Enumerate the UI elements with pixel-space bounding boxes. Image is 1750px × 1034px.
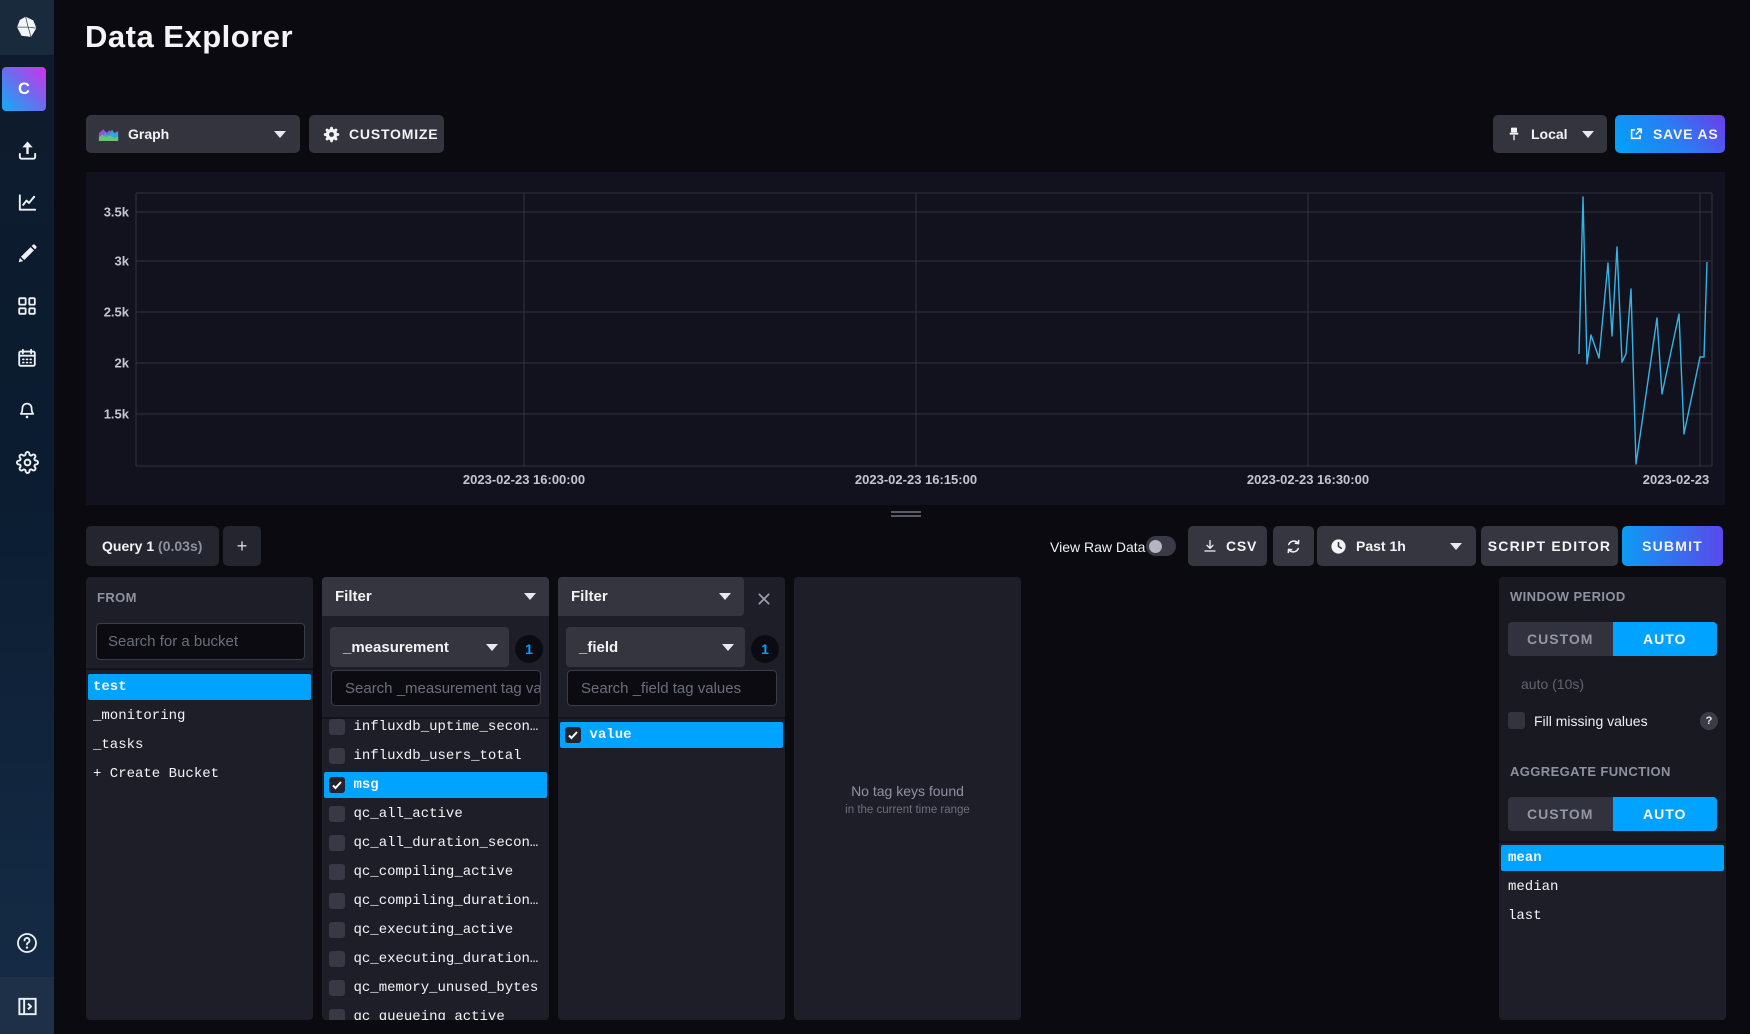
svg-text:3.5k: 3.5k xyxy=(104,205,130,220)
svg-text:2.5k: 2.5k xyxy=(104,305,130,320)
svg-text:3k: 3k xyxy=(115,254,130,269)
svg-text:1.5k: 1.5k xyxy=(104,407,130,422)
svg-text:2023-02-23 16:15:00: 2023-02-23 16:15:00 xyxy=(855,472,977,487)
svg-text:2023-02-23 16:30:00: 2023-02-23 16:30:00 xyxy=(1247,472,1369,487)
svg-text:2k: 2k xyxy=(115,356,130,371)
svg-text:2023-02-23 16:00:00: 2023-02-23 16:00:00 xyxy=(463,472,585,487)
svg-text:2023-02-23: 2023-02-23 xyxy=(1643,472,1710,487)
